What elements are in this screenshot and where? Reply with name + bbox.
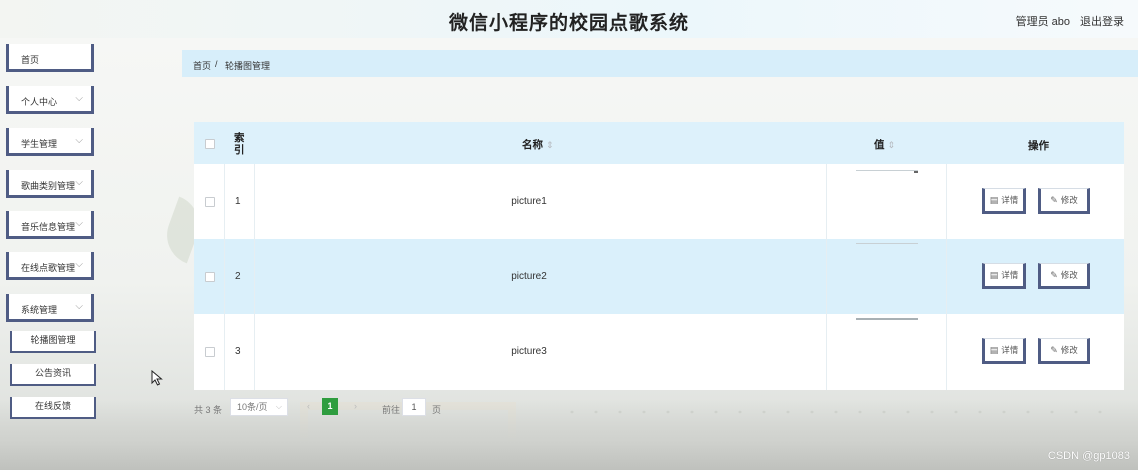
sidebar-item-personal-center[interactable]: 个人中心 ⌵ xyxy=(6,86,94,114)
sidebar-subitem-announcements[interactable]: 公告资讯 xyxy=(10,364,96,386)
chevron-down-icon: ⌵ xyxy=(75,135,83,146)
watermark: CSDN @gp1083 xyxy=(1047,450,1130,462)
sort-icon: ⇕ xyxy=(546,140,554,150)
sidebar-item-label: 个人中心 xyxy=(21,97,58,107)
row-value-thumbnail xyxy=(856,170,918,171)
logout-link[interactable]: 退出登录 xyxy=(1080,13,1124,29)
sidebar-item-song-category-management[interactable]: 歌曲类别管理 ⌵ xyxy=(6,170,94,198)
table-header: 索引 名称 ⇕ 值 ⇕ 操作 xyxy=(194,122,1124,164)
detail-button[interactable]: ▤ 详情 xyxy=(982,263,1026,289)
column-header-value[interactable]: 值 ⇕ xyxy=(874,137,895,152)
row-index: 1 xyxy=(235,196,241,207)
breadcrumb-home-link[interactable]: 首页 xyxy=(193,59,211,72)
pencil-icon: ✎ xyxy=(1050,345,1058,355)
row-checkbox[interactable] xyxy=(205,272,215,282)
column-header-index: 索引 xyxy=(234,132,245,156)
pencil-icon: ✎ xyxy=(1050,195,1058,205)
goto-label: 前往 xyxy=(382,405,401,415)
sidebar-item-label: 学生管理 xyxy=(21,139,58,149)
row-name: picture1 xyxy=(511,196,547,207)
edit-button-label: 修改 xyxy=(1060,195,1078,205)
goto-unit-label: 页 xyxy=(432,405,442,415)
edit-button[interactable]: ✎ 修改 xyxy=(1038,188,1090,214)
column-divider xyxy=(224,164,225,390)
edit-button-label: 修改 xyxy=(1060,270,1078,280)
row-value-thumbnail xyxy=(856,243,918,244)
sidebar-subitem-online-feedback[interactable]: 在线反馈 xyxy=(10,397,96,419)
sidebar-item-student-management[interactable]: 学生管理 ⌵ xyxy=(6,128,94,156)
document-icon: ▤ xyxy=(989,270,999,280)
row-value-thumbnail-mark xyxy=(914,171,918,173)
sidebar-item-music-info-management[interactable]: 音乐信息管理 ⌵ xyxy=(6,211,94,239)
goto-page-input[interactable]: 1 xyxy=(402,398,426,416)
table-row: 1 picture1 ▤ 详情 ✎ 修改 xyxy=(194,164,1124,239)
row-checkbox[interactable] xyxy=(205,347,215,357)
chevron-down-icon: ⌵ xyxy=(75,218,83,229)
column-header-value-label: 值 xyxy=(874,139,885,151)
edit-button[interactable]: ✎ 修改 xyxy=(1038,338,1090,364)
row-index: 2 xyxy=(235,271,241,282)
chevron-down-icon: ⌵ xyxy=(75,301,83,312)
top-header: 微信小程序的校园点歌系统 管理员 abo 退出登录 xyxy=(0,0,1138,38)
chevron-down-icon: ⌵ xyxy=(75,93,83,104)
detail-button[interactable]: ▤ 详情 xyxy=(982,188,1026,214)
sidebar-item-home[interactable]: 首页 xyxy=(6,44,94,72)
edit-button[interactable]: ✎ 修改 xyxy=(1038,263,1090,289)
table-row: 3 picture3 ▤ 详情 ✎ 修改 xyxy=(194,314,1124,389)
sort-icon: ⇕ xyxy=(887,140,896,150)
edit-button-label: 修改 xyxy=(1060,345,1078,355)
row-name: picture2 xyxy=(511,271,547,282)
sidebar-item-label: 首页 xyxy=(21,55,40,65)
sidebar-item-label: 音乐信息管理 xyxy=(21,222,76,232)
row-name: picture3 xyxy=(511,346,547,357)
data-table: 索引 名称 ⇕ 值 ⇕ 操作 1 picture1 ▤ 详情 ✎ 修改 2 pictur… xyxy=(194,122,1124,390)
detail-button[interactable]: ▤ 详情 xyxy=(982,338,1026,364)
sidebar-item-label: 系统管理 xyxy=(21,305,58,315)
app-title: 微信小程序的校园点歌系统 xyxy=(448,13,689,34)
column-header-name[interactable]: 名称 ⇕ xyxy=(522,137,554,152)
pagination-total: 共 3 条 xyxy=(194,405,223,415)
page-number-active[interactable]: 1 xyxy=(322,398,338,415)
row-checkbox[interactable] xyxy=(205,197,215,207)
document-icon: ▤ xyxy=(989,345,999,355)
background-floor xyxy=(0,400,1138,470)
sidebar-item-label: 歌曲类别管理 xyxy=(21,181,76,191)
breadcrumb-current: 轮播图管理 xyxy=(225,61,271,71)
detail-button-label: 详情 xyxy=(1001,270,1019,280)
next-page-icon[interactable]: › xyxy=(354,401,357,411)
mouse-cursor-icon xyxy=(151,370,163,386)
table-row: 2 picture2 ▤ 详情 ✎ 修改 xyxy=(194,239,1124,314)
chevron-down-icon: ⌵ xyxy=(275,402,282,411)
sidebar-item-system-management[interactable]: 系统管理 ⌵ xyxy=(6,294,94,322)
sidebar-item-online-request-management[interactable]: 在线点歌管理 ⌵ xyxy=(6,252,94,280)
pencil-icon: ✎ xyxy=(1050,270,1058,280)
breadcrumb: 首页 / 轮播图管理 xyxy=(182,50,1138,77)
page-size-value: 10条/页 xyxy=(237,402,268,412)
prev-page-icon[interactable]: ‹ xyxy=(307,401,310,411)
sidebar-item-label: 在线点歌管理 xyxy=(21,263,76,273)
column-header-actions: 操作 xyxy=(1028,140,1049,152)
column-divider xyxy=(254,164,255,390)
row-index: 3 xyxy=(235,346,241,357)
chevron-down-icon: ⌵ xyxy=(75,177,83,188)
chevron-down-icon: ⌵ xyxy=(75,259,83,270)
column-divider xyxy=(826,164,827,390)
detail-button-label: 详情 xyxy=(1001,345,1019,355)
select-all-checkbox[interactable] xyxy=(205,139,215,149)
detail-button-label: 详情 xyxy=(1001,195,1019,205)
column-divider xyxy=(946,164,947,390)
document-icon: ▤ xyxy=(989,195,999,205)
page-size-select[interactable]: 10条/页 ⌵ xyxy=(230,398,288,416)
current-user-label: 管理员 abo xyxy=(1015,16,1070,28)
column-header-name-label: 名称 xyxy=(522,139,543,151)
sidebar-subitem-carousel-management[interactable]: 轮播图管理 xyxy=(10,331,96,353)
breadcrumb-separator: / xyxy=(215,59,218,69)
row-value-thumbnail xyxy=(856,318,918,320)
